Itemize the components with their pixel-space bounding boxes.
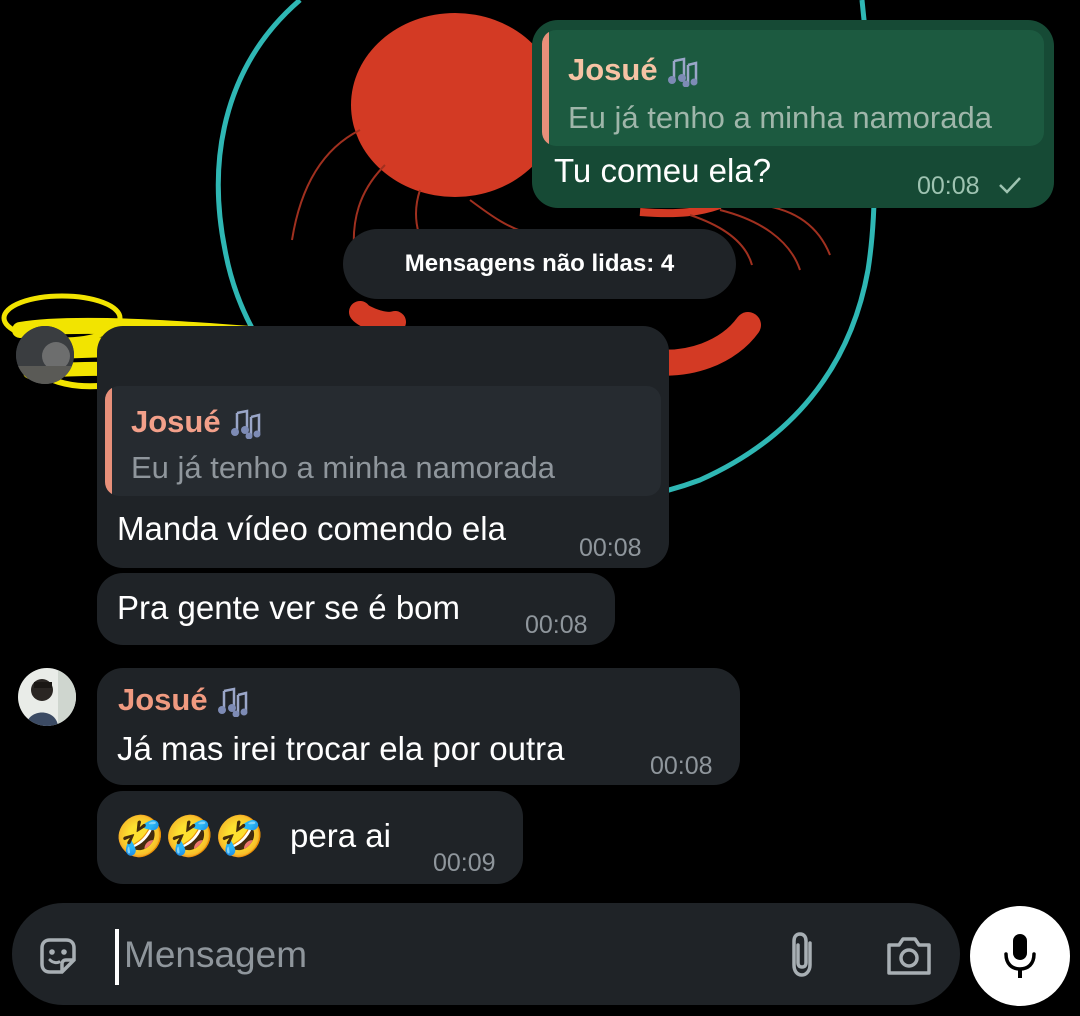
chat-screen: Josué Eu já tenho a minha namorada Tu co… (0, 0, 1080, 1016)
message-input[interactable] (118, 929, 764, 981)
quote-sender: Josué (568, 52, 700, 88)
incoming-message-bubble[interactable]: Josué Eu já tenho a minha namorada Manda… (97, 326, 669, 568)
emoji-text: 🤣🤣🤣 (115, 815, 265, 859)
outgoing-message-bubble[interactable]: Josué Eu já tenho a minha namorada Tu co… (532, 20, 1054, 208)
message-time: 00:08 (917, 172, 980, 200)
message-time: 00:08 (579, 534, 642, 562)
sent-check-icon (999, 177, 1021, 194)
message-time: 00:09 (433, 849, 496, 877)
quote-text: Eu já tenho a minha namorada (131, 450, 555, 485)
quote-accent-bar (542, 30, 549, 146)
message-text: Pra gente ver se é bom (117, 589, 461, 626)
sender-avatar[interactable] (16, 326, 74, 384)
sticker-icon[interactable] (36, 934, 80, 978)
quote-accent-bar (105, 386, 112, 496)
incoming-message-bubble[interactable]: Josué Já mas irei trocar ela por outra 0… (97, 668, 740, 785)
sender-avatar[interactable] (18, 668, 76, 726)
camera-icon[interactable] (885, 933, 933, 977)
music-note-icon (230, 409, 261, 439)
message-text: Tu comeu ela? (554, 152, 772, 189)
reply-quote[interactable]: Josué Eu já tenho a minha namorada (542, 30, 1044, 146)
quote-text: Eu já tenho a minha namorada (568, 100, 992, 135)
wallpaper-red-blob (351, 13, 559, 197)
attach-icon[interactable] (786, 931, 820, 979)
message-text: Já mas irei trocar ela por outra (117, 730, 565, 767)
music-note-icon (667, 57, 698, 87)
message-time: 00:08 (525, 611, 588, 639)
message-composer (12, 903, 960, 1005)
message-text: Manda vídeo comendo ela (117, 510, 506, 547)
unread-messages-divider: Mensagens não lidas: 4 (343, 229, 736, 299)
music-note-icon (217, 687, 248, 717)
voice-record-button[interactable] (970, 906, 1070, 1006)
sender-name[interactable]: Josué (118, 682, 250, 718)
incoming-message-bubble[interactable]: Pra gente ver se é bom 00:08 (97, 573, 615, 645)
microphone-icon (1004, 934, 1036, 978)
message-text: pera ai (290, 817, 391, 854)
incoming-message-bubble[interactable]: 🤣🤣🤣 pera ai 00:09 (97, 791, 523, 884)
message-time: 00:08 (650, 752, 713, 780)
reply-quote[interactable]: Josué Eu já tenho a minha namorada (105, 386, 661, 496)
quote-sender: Josué (131, 404, 263, 440)
